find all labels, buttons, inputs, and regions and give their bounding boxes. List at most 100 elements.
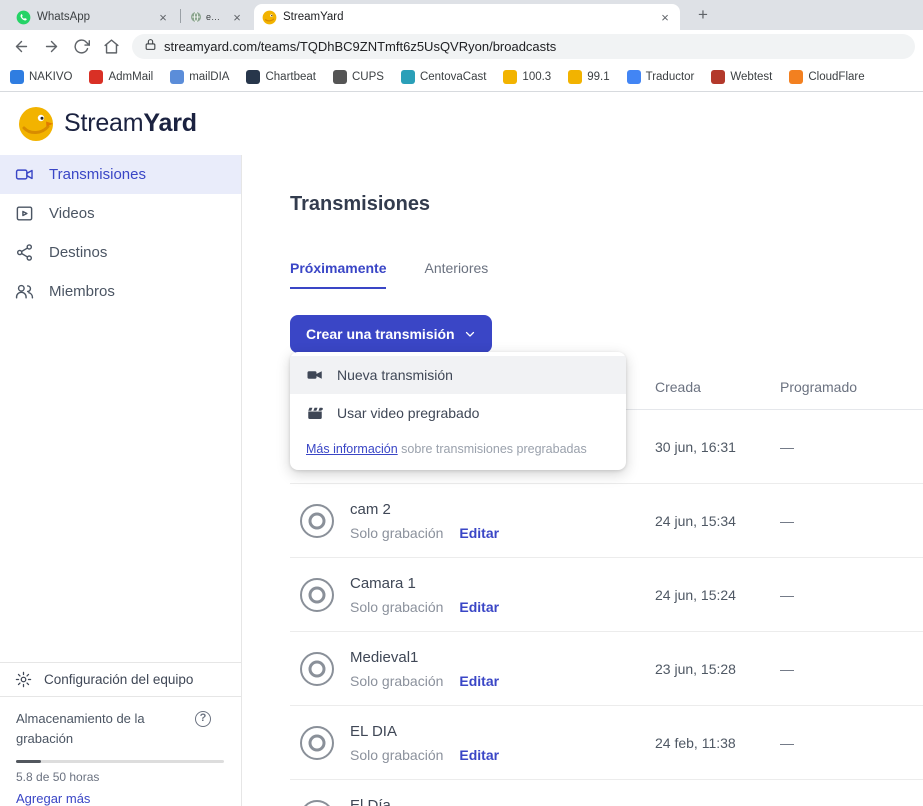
settings-label: Configuración del equipo <box>44 672 193 687</box>
bookmark-chartbeat[interactable]: Chartbeat <box>246 70 316 84</box>
bookmark-label: CUPS <box>352 71 384 83</box>
video-camera-icon <box>306 366 324 384</box>
menu-item-label: Nueva transmisión <box>337 367 453 383</box>
more-info-link[interactable]: Más información <box>306 442 398 456</box>
bookmark-label: NAKIVO <box>29 71 72 83</box>
streamyard-logo[interactable]: StreamYard <box>18 106 197 142</box>
tab-anteriores[interactable]: Anteriores <box>424 260 488 289</box>
browser-window: WhatsApp × editoresweb.sitioweb:eldia.co… <box>0 0 923 806</box>
sidebar-item-transmisiones[interactable]: Transmisiones <box>0 155 241 194</box>
record-icon <box>300 800 334 806</box>
home-icon[interactable] <box>98 34 124 60</box>
create-broadcast-button[interactable]: Crear una transmisión <box>290 315 492 353</box>
bookmark-label: Webtest <box>730 71 772 83</box>
bookmark-nakivo[interactable]: NAKIVO <box>10 70 72 84</box>
close-icon[interactable]: × <box>230 10 244 25</box>
menu-item-nueva-transmision[interactable]: Nueva transmisión <box>290 356 626 394</box>
content-tabs: Próximamente Anteriores <box>290 260 923 289</box>
reload-icon[interactable] <box>68 34 94 60</box>
record-icon <box>300 504 334 538</box>
tab-title: StreamYard <box>283 11 652 23</box>
bookmark-label: mailDIA <box>189 71 229 83</box>
broadcast-title: Camara 1 <box>350 575 499 592</box>
tab-title: editoresweb.sitioweb:eldia.co <box>206 12 224 22</box>
bookmark-favicon-icon <box>10 70 24 84</box>
tab-whatsapp[interactable]: WhatsApp × <box>8 4 178 30</box>
storage-progress-bar <box>16 760 224 763</box>
forward-icon[interactable] <box>38 34 64 60</box>
sidebar-item-miembros[interactable]: Miembros <box>0 272 241 311</box>
sidebar-item-videos[interactable]: Videos <box>0 194 241 233</box>
edit-link[interactable]: Editar <box>459 599 499 615</box>
address-bar[interactable]: streamyard.com/teams/TQDhBC9ZNTmft6z5UsQ… <box>132 34 915 59</box>
bookmark-favicon-icon <box>503 70 517 84</box>
scheduled-cell: — <box>780 587 923 603</box>
close-icon[interactable]: × <box>658 10 672 25</box>
sidebar-item-destinos[interactable]: Destinos <box>0 233 241 272</box>
storage-title: Almacenamiento de la grabación <box>16 709 176 749</box>
record-icon <box>300 726 334 760</box>
create-broadcast-dropdown: Nueva transmisión Usar video pregrabado … <box>290 352 626 470</box>
site-favicon-icon <box>190 11 202 23</box>
bookmark-favicon-icon <box>627 70 641 84</box>
bookmark-maildia[interactable]: mailDIA <box>170 70 229 84</box>
storage-usage: 5.8 de 50 horas <box>16 770 225 784</box>
record-icon <box>300 578 334 612</box>
table-row[interactable]: EL DIA Solo grabaciónEditar 24 feb, 11:3… <box>290 706 923 780</box>
new-tab-button[interactable]: + <box>692 5 714 27</box>
bookmark-cups[interactable]: CUPS <box>333 70 384 84</box>
clapperboard-icon <box>306 404 324 422</box>
bookmark-webtest[interactable]: Webtest <box>711 70 772 84</box>
bookmark-label: 100.3 <box>522 71 551 83</box>
menu-item-label: Usar video pregrabado <box>337 405 479 421</box>
edit-link[interactable]: Editar <box>459 525 499 541</box>
bookmark-100-3[interactable]: 100.3 <box>503 70 551 84</box>
created-cell: 24 feb, 11:38 <box>655 735 780 751</box>
bookmark-cloudflare[interactable]: CloudFlare <box>789 70 864 84</box>
sidebar-item-label: Transmisiones <box>49 166 146 183</box>
header-scheduled: Programado <box>780 379 923 395</box>
streamyard-favicon-icon <box>262 10 277 25</box>
sidebar-spacer <box>0 311 241 662</box>
edit-link[interactable]: Editar <box>459 747 499 763</box>
broadcast-title: cam 2 <box>350 501 499 518</box>
created-cell: 23 jun, 15:28 <box>655 661 780 677</box>
team-settings-button[interactable]: Configuración del equipo <box>0 662 241 697</box>
tab-editoresweb[interactable]: editoresweb.sitioweb:eldia.co × <box>182 4 252 30</box>
duck-logo-icon <box>18 106 54 142</box>
close-icon[interactable]: × <box>156 10 170 25</box>
bookmark-centovacast[interactable]: CentovaCast <box>401 70 486 84</box>
table-row[interactable]: Camara 1 Solo grabaciónEditar 24 jun, 15… <box>290 558 923 632</box>
scheduled-cell: — <box>780 735 923 751</box>
add-more-link[interactable]: Agregar más <box>16 791 225 806</box>
create-broadcast-label: Crear una transmisión <box>306 326 455 342</box>
sidebar-item-label: Miembros <box>49 283 115 300</box>
back-icon[interactable] <box>8 34 34 60</box>
sidebar-item-label: Videos <box>49 205 95 222</box>
tab-streamyard[interactable]: StreamYard × <box>254 4 680 30</box>
sidebar: Transmisiones Videos Destinos Miembros C… <box>0 155 242 806</box>
help-icon[interactable] <box>195 711 211 727</box>
header-created: Creada <box>655 379 780 395</box>
menu-item-usar-video-pregrabado[interactable]: Usar video pregrabado <box>290 394 626 432</box>
video-camera-icon <box>15 165 34 184</box>
browser-tabstrip: WhatsApp × editoresweb.sitioweb:eldia.co… <box>0 0 923 30</box>
table-row[interactable]: El Día Solo grabaciónEditar 24 feb, 11:2… <box>290 780 923 806</box>
bookmark-traductor[interactable]: Traductor <box>627 70 695 84</box>
tab-proximamente[interactable]: Próximamente <box>290 260 386 289</box>
users-icon <box>15 282 34 301</box>
table-row[interactable]: cam 2 Solo grabaciónEditar 24 jun, 15:34… <box>290 484 923 558</box>
broadcast-subtitle: Solo grabación <box>350 525 443 541</box>
edit-link[interactable]: Editar <box>459 673 499 689</box>
bookmark-99-1[interactable]: 99.1 <box>568 70 609 84</box>
bookmark-favicon-icon <box>333 70 347 84</box>
lock-icon <box>144 38 157 56</box>
broadcast-subtitle: Solo grabación <box>350 673 443 689</box>
table-row[interactable]: Medieval1 Solo grabación Editar 23 jun, 1… <box>290 632 923 706</box>
videos-icon <box>15 204 34 223</box>
bookmark-favicon-icon <box>568 70 582 84</box>
browser-toolbar: streamyard.com/teams/TQDhBC9ZNTmft6z5UsQ… <box>0 30 923 63</box>
broadcast-title: Medieval1 <box>350 649 499 666</box>
bookmark-admmail[interactable]: AdmMail <box>89 70 153 84</box>
scheduled-cell: — <box>780 661 923 677</box>
